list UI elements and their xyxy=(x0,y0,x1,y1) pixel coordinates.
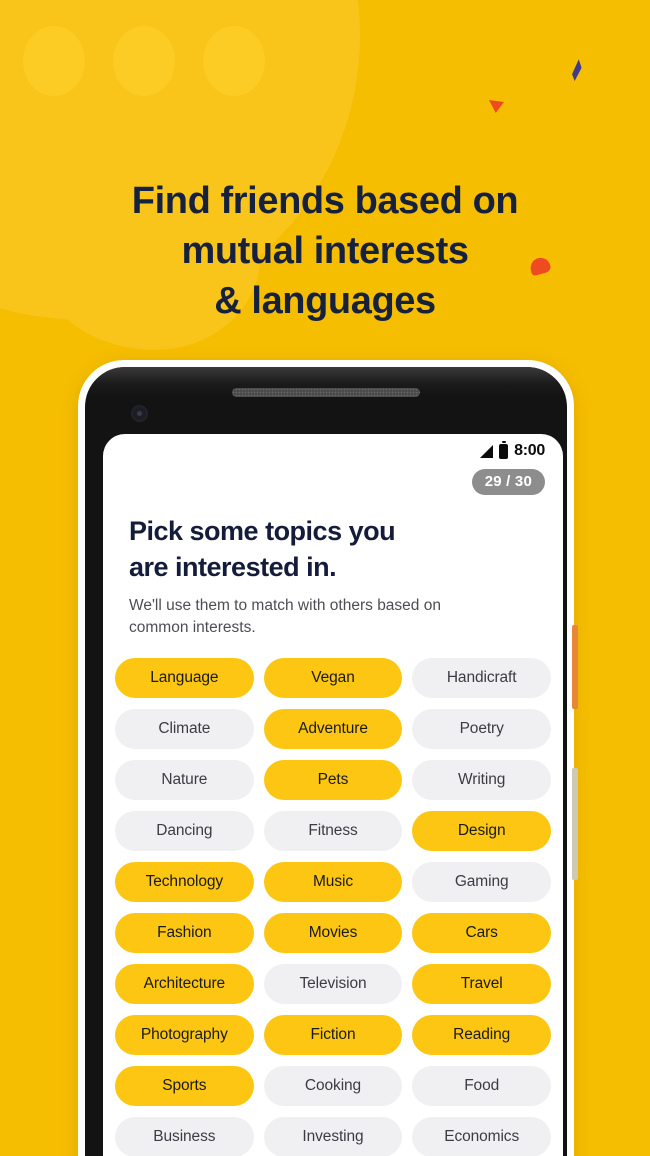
earpiece-speaker-icon xyxy=(232,388,420,397)
page-title-line-1: Pick some topics you xyxy=(129,516,396,546)
typing-dot-icon xyxy=(203,26,265,96)
topic-chip[interactable]: Cooking xyxy=(263,1066,403,1106)
battery-icon xyxy=(499,440,509,459)
topic-chip[interactable]: Travel xyxy=(412,964,551,1004)
selection-counter-badge: 29 / 30 xyxy=(471,469,545,495)
topic-chip[interactable]: Sports xyxy=(115,1066,254,1106)
typing-dot-icon xyxy=(113,26,175,96)
counter-row: 29 / 30 xyxy=(103,464,563,495)
confetti-red-triangle-icon xyxy=(489,100,504,113)
page-title: Pick some topics you are interested in. xyxy=(129,513,537,585)
topic-chip[interactable]: Investing xyxy=(263,1117,403,1156)
typing-dot-icon xyxy=(23,26,85,96)
topic-chip-grid: Language Vegan Handicraft Climate Adventure P… xyxy=(115,658,551,1156)
topic-chip[interactable]: Fitness xyxy=(263,811,403,851)
topic-chip[interactable]: Photography xyxy=(115,1015,254,1055)
status-bar: 8:00 xyxy=(103,434,563,464)
headline-line-1: Find friends based on xyxy=(131,180,519,222)
topic-chip[interactable]: Design xyxy=(412,811,551,851)
topic-chip[interactable]: Nature xyxy=(115,760,254,800)
page-subtitle-line-2: common interests. xyxy=(129,619,256,636)
topic-chip[interactable]: Fashion xyxy=(115,913,254,953)
power-button[interactable] xyxy=(572,625,578,709)
promo-headline: Find friends based on mutual interests &… xyxy=(0,176,650,326)
topic-chip[interactable]: Movies xyxy=(263,913,403,953)
signal-icon xyxy=(480,444,494,458)
phone-mockup: 8:00 29 / 30 Pick some topics you are in… xyxy=(78,360,578,1156)
topic-chip[interactable]: Business xyxy=(115,1117,254,1156)
app-store-promo-screenshot: Find friends based on mutual interests &… xyxy=(0,0,650,1156)
topic-chip[interactable]: Food xyxy=(412,1066,551,1106)
topic-chip[interactable]: Television xyxy=(263,964,403,1004)
volume-rocker-button[interactable] xyxy=(572,768,578,880)
topic-chip[interactable]: Language xyxy=(115,658,254,698)
topic-chip[interactable]: Music xyxy=(263,862,403,902)
topic-chip[interactable]: Dancing xyxy=(115,811,254,851)
topic-chip[interactable]: Poetry xyxy=(412,709,551,749)
phone-bezel: 8:00 29 / 30 Pick some topics you are in… xyxy=(85,367,567,1156)
topic-chip[interactable]: Adventure xyxy=(263,709,403,749)
topic-chip[interactable]: Economics xyxy=(412,1117,551,1156)
topic-chip[interactable]: Pets xyxy=(263,760,403,800)
topic-chip[interactable]: Vegan xyxy=(263,658,403,698)
topic-chip[interactable]: Architecture xyxy=(115,964,254,1004)
topic-chip[interactable]: Writing xyxy=(412,760,551,800)
confetti-blue-icon xyxy=(569,58,583,82)
status-bar-time: 8:00 xyxy=(514,442,545,459)
headline-line-3: & languages xyxy=(214,280,436,322)
topic-chip[interactable]: Climate xyxy=(115,709,254,749)
topic-chip[interactable]: Handicraft xyxy=(412,658,551,698)
topic-chip[interactable]: Gaming xyxy=(412,862,551,902)
front-camera-icon xyxy=(131,405,148,422)
page-subtitle: We'll use them to match with others base… xyxy=(129,595,537,639)
headline-line-2: mutual interests xyxy=(181,230,469,272)
page-subtitle-line-1: We'll use them to match with others base… xyxy=(129,597,441,614)
topic-chip[interactable]: Cars xyxy=(412,913,551,953)
topic-chip[interactable]: Fiction xyxy=(263,1015,403,1055)
page-title-line-2: are interested in. xyxy=(129,552,337,582)
phone-screen: 8:00 29 / 30 Pick some topics you are in… xyxy=(103,434,563,1156)
topic-chip[interactable]: Technology xyxy=(115,862,254,902)
topic-chip[interactable]: Reading xyxy=(412,1015,551,1055)
